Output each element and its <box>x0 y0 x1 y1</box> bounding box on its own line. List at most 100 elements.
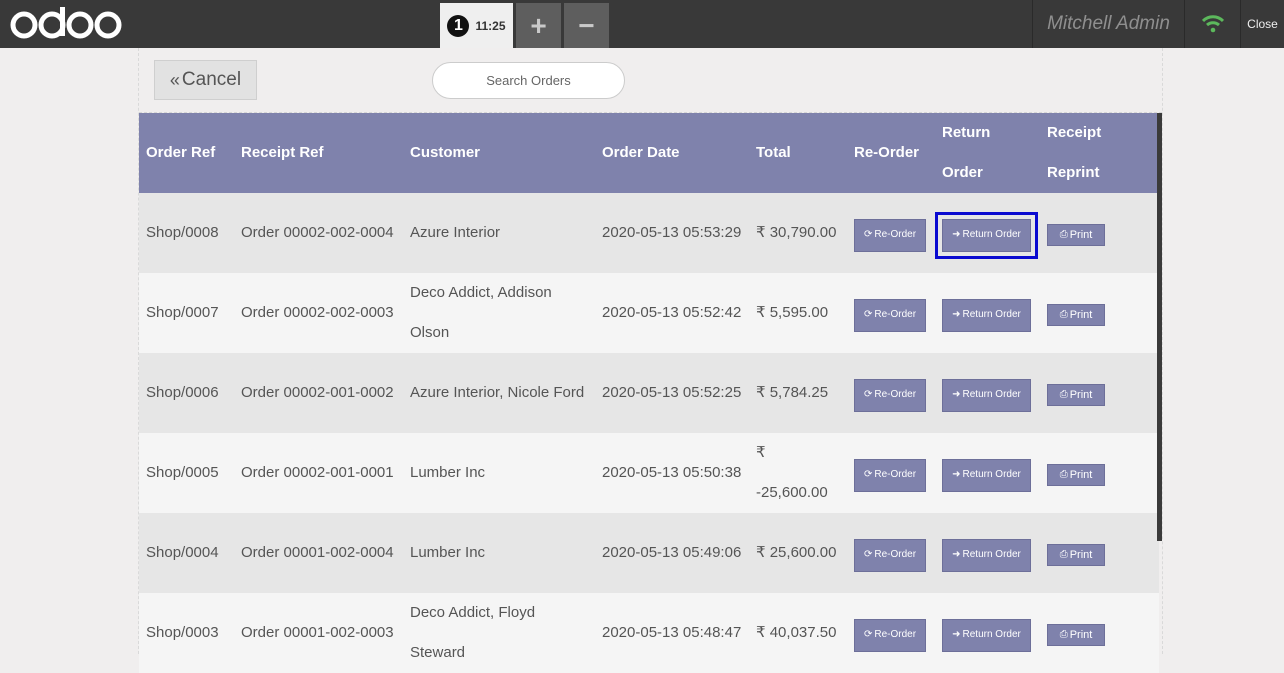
receipt-ref-cell: Order 00001-002-0004 <box>234 513 403 593</box>
return-label: Return Order <box>962 629 1021 640</box>
order-date-cell: 2020-05-13 05:48:47 <box>595 593 749 673</box>
print-cell: ⎙ Print <box>1040 513 1159 593</box>
print-label: Print <box>1069 309 1093 321</box>
total-cell: ₹ -25,600.00 <box>749 433 847 513</box>
print-cell: ⎙ Print <box>1040 353 1159 433</box>
table-row[interactable]: Shop/0007 Order 00002-002-0003 Deco Addict… <box>139 273 1159 353</box>
user-name[interactable]: Mitchell Admin <box>1032 0 1185 48</box>
total-cell: ₹ 25,600.00 <box>749 513 847 593</box>
cancel-label: Cancel <box>181 69 242 90</box>
print-button[interactable]: ⎙ Print <box>1047 624 1105 646</box>
remove-order-button[interactable]: − <box>564 3 609 48</box>
print-icon: ⎙ <box>1059 469 1068 480</box>
sign-in-icon: ➜ <box>952 229 961 240</box>
refresh-icon: ⟳ <box>863 549 873 560</box>
print-button[interactable]: ⎙ Print <box>1047 464 1105 486</box>
customer-cell: Deco Addict, Floyd Steward <box>403 593 595 673</box>
double-chevron-left-icon: « <box>169 69 180 90</box>
table-row[interactable]: Shop/0004 Order 00001-002-0004 Lumber Inc 2… <box>139 513 1159 593</box>
total-cell: ₹ 5,784.25 <box>749 353 847 433</box>
header-reorder: Re-Order <box>847 113 935 193</box>
header-customer: Customer <box>403 113 595 193</box>
table-row[interactable]: Shop/0003 Order 00001-002-0003 Deco Addict… <box>139 593 1159 673</box>
return-order-button[interactable]: ➜ Return Order <box>942 298 1031 332</box>
order-tab[interactable]: 1 11:25 <box>440 3 513 48</box>
add-order-button[interactable]: + <box>516 3 561 48</box>
customer-cell: Lumber Inc <box>403 513 595 593</box>
header-receipt-ref: Receipt Ref <box>234 113 403 193</box>
refresh-icon: ⟳ <box>863 629 873 640</box>
print-button[interactable]: ⎙ Print <box>1047 384 1105 406</box>
table-row[interactable]: Shop/0008 Order 00002-002-0004 Azure Inter… <box>139 193 1159 273</box>
reorder-button[interactable]: ⟳ Re-Order <box>854 378 926 412</box>
receipt-ref-cell: Order 00002-001-0001 <box>234 433 403 513</box>
reorder-button[interactable]: ⟳ Re-Order <box>854 458 926 492</box>
reorder-button[interactable]: ⟳ Re-Order <box>854 618 926 652</box>
sign-in-icon: ➜ <box>952 549 961 560</box>
print-label: Print <box>1069 229 1093 241</box>
print-label: Print <box>1069 549 1093 561</box>
order-time: 11:25 <box>475 18 506 33</box>
table-row[interactable]: Shop/0006 Order 00002-001-0002 Azure Inter… <box>139 353 1159 433</box>
reorder-cell: ⟳ Re-Order <box>847 353 935 433</box>
print-button[interactable]: ⎙ Print <box>1047 304 1105 326</box>
scrollbar[interactable] <box>1157 113 1162 541</box>
print-icon: ⎙ <box>1059 389 1068 400</box>
order-date-cell: 2020-05-13 05:52:42 <box>595 273 749 353</box>
sign-in-icon: ➜ <box>952 469 961 480</box>
wifi-icon[interactable] <box>1186 0 1241 48</box>
cancel-button[interactable]: « Cancel <box>154 60 257 100</box>
reorder-button[interactable]: ⟳ Re-Order <box>854 218 926 252</box>
return-order-button[interactable]: ➜ Return Order <box>942 378 1031 412</box>
reorder-label: Re-Order <box>874 309 917 320</box>
return-order-button[interactable]: ➜ Return Order <box>942 618 1031 652</box>
refresh-icon: ⟳ <box>863 389 873 400</box>
return-cell: ➜ Return Order <box>935 513 1040 593</box>
close-button[interactable]: Close <box>1241 0 1284 48</box>
table-header-row: Order Ref Receipt Ref Customer Order Dat… <box>139 113 1159 193</box>
reorder-button[interactable]: ⟳ Re-Order <box>854 298 926 332</box>
reorder-cell: ⟳ Re-Order <box>847 513 935 593</box>
print-cell: ⎙ Print <box>1040 593 1159 673</box>
customer-cell: Lumber Inc <box>403 433 595 513</box>
reorder-label: Re-Order <box>874 389 917 400</box>
header-order-date: Order Date <box>595 113 749 193</box>
return-order-button[interactable]: ➜ Return Order <box>935 211 1038 259</box>
header-total: Total <box>749 113 847 193</box>
order-ref-cell: Shop/0007 <box>139 273 234 353</box>
print-icon: ⎙ <box>1059 629 1068 640</box>
print-button[interactable]: ⎙ Print <box>1047 224 1105 246</box>
search-orders-input[interactable] <box>432 62 625 99</box>
return-order-button[interactable]: ➜ Return Order <box>942 538 1031 572</box>
refresh-icon: ⟳ <box>863 229 873 240</box>
return-label: Return Order <box>962 309 1021 320</box>
order-date-cell: 2020-05-13 05:52:25 <box>595 353 749 433</box>
print-label: Print <box>1069 389 1093 401</box>
order-ref-cell: Shop/0006 <box>139 353 234 433</box>
customer-cell: Azure Interior, Nicole Ford <box>403 353 595 433</box>
sign-in-icon: ➜ <box>952 629 961 640</box>
return-order-button[interactable]: ➜ Return Order <box>942 458 1031 492</box>
print-icon: ⎙ <box>1059 549 1068 560</box>
return-label: Return Order <box>962 389 1021 400</box>
customer-cell: Deco Addict, Addison Olson <box>403 273 595 353</box>
order-ref-cell: Shop/0008 <box>139 193 234 273</box>
print-button[interactable]: ⎙ Print <box>1047 544 1105 566</box>
table-row[interactable]: Shop/0005 Order 00002-001-0001 Lumber Inc 2… <box>139 433 1159 513</box>
print-cell: ⎙ Print <box>1040 273 1159 353</box>
total-cell: ₹ 30,790.00 <box>749 193 847 273</box>
header-receipt-reprint: Receipt Reprint <box>1040 113 1159 193</box>
print-cell: ⎙ Print <box>1040 193 1159 273</box>
receipt-ref-cell: Order 00002-002-0004 <box>234 193 403 273</box>
return-cell: ➜ Return Order <box>935 353 1040 433</box>
header-order-ref: Order Ref <box>139 113 234 193</box>
orders-screen: « Cancel Order Ref Receipt Ref Customer … <box>138 48 1163 673</box>
print-label: Print <box>1069 469 1093 481</box>
order-ref-cell: Shop/0005 <box>139 433 234 513</box>
return-cell: ➜ Return Order <box>935 433 1040 513</box>
reorder-cell: ⟳ Re-Order <box>847 193 935 273</box>
reorder-label: Re-Order <box>874 549 917 560</box>
reorder-button[interactable]: ⟳ Re-Order <box>854 538 926 572</box>
return-cell: ➜ Return Order <box>935 273 1040 353</box>
order-date-cell: 2020-05-13 05:49:06 <box>595 513 749 593</box>
